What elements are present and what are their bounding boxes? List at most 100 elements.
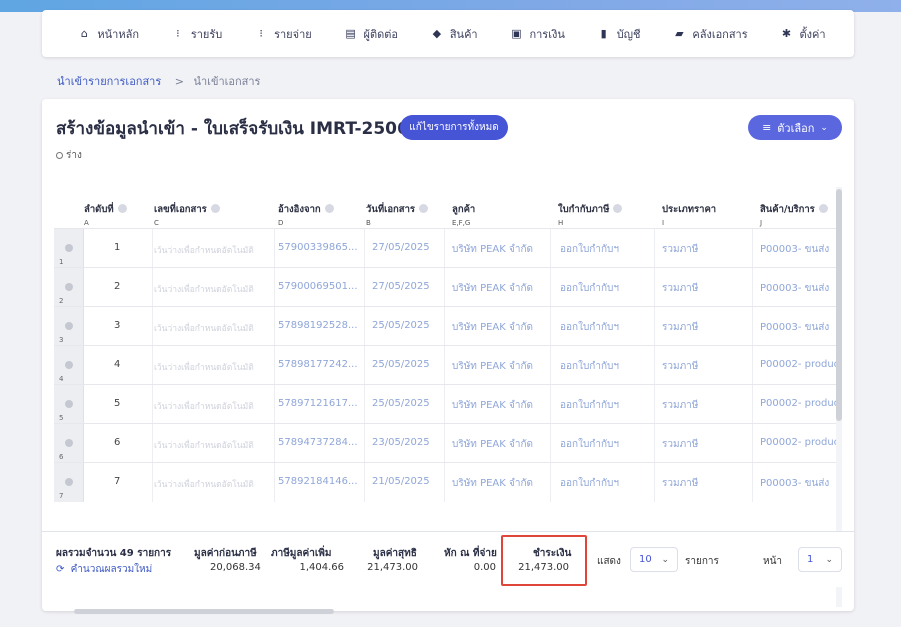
- cell-docno[interactable]: เว้นว่างเพื่อกำหนดอัตโนมัติ: [154, 282, 254, 296]
- row-handle[interactable]: 5: [54, 385, 84, 424]
- row-handle[interactable]: 2: [54, 268, 84, 307]
- row-handle[interactable]: 4: [54, 346, 84, 385]
- page-size-select[interactable]: 10 ⌄: [630, 547, 678, 572]
- cell-seq[interactable]: 1: [114, 242, 120, 253]
- cell-product[interactable]: P00003- ขนส่ง: [760, 476, 829, 491]
- row-select-icon[interactable]: [65, 361, 73, 369]
- horizontal-scrollbar[interactable]: [74, 609, 334, 614]
- row-select-icon[interactable]: [65, 439, 73, 447]
- cell-price[interactable]: รวมภาษี: [662, 320, 698, 335]
- cell-date[interactable]: 25/05/2025: [372, 398, 430, 409]
- cell-docno[interactable]: เว้นว่างเพื่อกำหนดอัตโนมัติ: [154, 399, 254, 413]
- cell-date[interactable]: 27/05/2025: [372, 242, 430, 253]
- cell-product[interactable]: P00003- ขนส่ง: [760, 320, 829, 335]
- cell-seq[interactable]: 4: [114, 359, 120, 370]
- recalculate-link[interactable]: ⟳ คำนวณผลรวมใหม่: [56, 562, 152, 577]
- cell-docno[interactable]: เว้นว่างเพื่อกำหนดอัตโนมัติ: [154, 243, 254, 257]
- cell-date[interactable]: 25/05/2025: [372, 359, 430, 370]
- column-header[interactable]: อ้างอิงจาก D: [278, 202, 334, 227]
- cell-customer[interactable]: บริษัท PEAK จำกัด: [452, 437, 533, 452]
- cell-seq[interactable]: 2: [114, 281, 120, 292]
- cell-customer[interactable]: บริษัท PEAK จำกัด: [452, 320, 533, 335]
- cell-product[interactable]: P00003- ขนส่ง: [760, 281, 829, 296]
- edit-all-button[interactable]: แก้ไขรายการทั้งหมด: [400, 115, 508, 140]
- cell-ref[interactable]: 57898192528...: [278, 320, 358, 331]
- info-icon[interactable]: [613, 204, 623, 213]
- nav-item-2[interactable]: ⁝ รายจ่าย: [239, 25, 328, 43]
- row-handle[interactable]: 3: [54, 307, 84, 346]
- column-header[interactable]: ใบกำกับภาษี H: [558, 202, 623, 227]
- cell-seq[interactable]: 7: [114, 476, 120, 487]
- cell-tax[interactable]: ออกใบกำกับฯ: [560, 359, 619, 374]
- row-select-icon[interactable]: [65, 322, 73, 330]
- cell-date[interactable]: 25/05/2025: [372, 320, 430, 331]
- table-row[interactable]: 5 5 เว้นว่างเพื่อกำหนดอัตโนมัติ 57897121617…: [54, 384, 841, 424]
- column-header[interactable]: วันที่เอกสาร B: [366, 202, 429, 227]
- table-row[interactable]: 6 6 เว้นว่างเพื่อกำหนดอัตโนมัติ 57894737284…: [54, 423, 841, 463]
- cell-price[interactable]: รวมภาษี: [662, 359, 698, 374]
- column-header[interactable]: ประเภทราคา I: [662, 202, 716, 227]
- cell-date[interactable]: 27/05/2025: [372, 281, 430, 292]
- column-header[interactable]: สินค้า/บริการ J: [760, 202, 828, 227]
- cell-ref[interactable]: 57898177242...: [278, 359, 358, 370]
- cell-customer[interactable]: บริษัท PEAK จำกัด: [452, 398, 533, 413]
- vertical-scrollbar-thumb[interactable]: [836, 189, 842, 421]
- nav-item-0[interactable]: ⌂ หน้าหลัก: [62, 25, 155, 43]
- options-button[interactable]: ≡ ตัวเลือก ⌄: [748, 115, 842, 140]
- info-icon[interactable]: [324, 204, 334, 213]
- cell-tax[interactable]: ออกใบกำกับฯ: [560, 398, 619, 413]
- cell-customer[interactable]: บริษัท PEAK จำกัด: [452, 281, 533, 296]
- cell-docno[interactable]: เว้นว่างเพื่อกำหนดอัตโนมัติ: [154, 321, 254, 335]
- row-select-icon[interactable]: [65, 244, 73, 252]
- nav-item-6[interactable]: ▮ บัญชี: [581, 25, 657, 43]
- cell-seq[interactable]: 5: [114, 398, 120, 409]
- cell-ref[interactable]: 57900339865...: [278, 242, 358, 253]
- table-row[interactable]: 7 7 เว้นว่างเพื่อกำหนดอัตโนมัติ 57892184146…: [54, 462, 841, 502]
- cell-tax[interactable]: ออกใบกำกับฯ: [560, 242, 619, 257]
- breadcrumb-link-import-list[interactable]: นำเข้ารายการเอกสาร: [57, 75, 161, 88]
- cell-tax[interactable]: ออกใบกำกับฯ: [560, 476, 619, 491]
- nav-item-4[interactable]: ◆ สินค้า: [414, 25, 494, 43]
- cell-seq[interactable]: 6: [114, 437, 120, 448]
- cell-product[interactable]: P00003- ขนส่ง: [760, 242, 829, 257]
- cell-tax[interactable]: ออกใบกำกับฯ: [560, 437, 619, 452]
- cell-seq[interactable]: 3: [114, 320, 120, 331]
- cell-docno[interactable]: เว้นว่างเพื่อกำหนดอัตโนมัติ: [154, 360, 254, 374]
- cell-price[interactable]: รวมภาษี: [662, 242, 698, 257]
- nav-item-7[interactable]: ▰ คลังเอกสาร: [657, 25, 764, 43]
- info-icon[interactable]: [117, 204, 127, 213]
- table-row[interactable]: 3 3 เว้นว่างเพื่อกำหนดอัตโนมัติ 57898192528…: [54, 306, 841, 346]
- cell-tax[interactable]: ออกใบกำกับฯ: [560, 281, 619, 296]
- cell-ref[interactable]: 57900069501...: [278, 281, 358, 292]
- cell-customer[interactable]: บริษัท PEAK จำกัด: [452, 476, 533, 491]
- column-header[interactable]: ลำดับที่ A: [84, 202, 127, 227]
- cell-date[interactable]: 21/05/2025: [372, 476, 430, 487]
- row-handle[interactable]: 6: [54, 424, 84, 463]
- cell-ref[interactable]: 57897121617...: [278, 398, 358, 409]
- row-select-icon[interactable]: [65, 478, 73, 486]
- column-header[interactable]: ลูกค้า E,F,G: [452, 202, 475, 227]
- nav-item-3[interactable]: ▤ ผู้ติดต่อ: [328, 25, 414, 43]
- cell-product[interactable]: P00002- product: [760, 437, 841, 448]
- cell-customer[interactable]: บริษัท PEAK จำกัด: [452, 242, 533, 257]
- nav-item-8[interactable]: ✱ ตั้งค่า: [764, 25, 842, 43]
- table-row[interactable]: 4 4 เว้นว่างเพื่อกำหนดอัตโนมัติ 57898177242…: [54, 345, 841, 385]
- row-handle[interactable]: 7: [54, 463, 84, 502]
- info-icon[interactable]: [818, 204, 828, 213]
- cell-product[interactable]: P00002- product: [760, 398, 841, 409]
- column-header[interactable]: เลขที่เอกสาร C: [154, 202, 220, 227]
- cell-ref[interactable]: 57894737284...: [278, 437, 358, 448]
- info-icon[interactable]: [210, 204, 220, 213]
- cell-date[interactable]: 23/05/2025: [372, 437, 430, 448]
- page-select[interactable]: 1 ⌄: [798, 547, 842, 572]
- row-select-icon[interactable]: [65, 400, 73, 408]
- cell-product[interactable]: P00002- product: [760, 359, 841, 370]
- cell-customer[interactable]: บริษัท PEAK จำกัด: [452, 359, 533, 374]
- row-select-icon[interactable]: [65, 283, 73, 291]
- cell-price[interactable]: รวมภาษี: [662, 398, 698, 413]
- cell-docno[interactable]: เว้นว่างเพื่อกำหนดอัตโนมัติ: [154, 438, 254, 452]
- cell-docno[interactable]: เว้นว่างเพื่อกำหนดอัตโนมัติ: [154, 477, 254, 491]
- table-row[interactable]: 2 2 เว้นว่างเพื่อกำหนดอัตโนมัติ 57900069501…: [54, 267, 841, 307]
- cell-ref[interactable]: 57892184146...: [278, 476, 358, 487]
- cell-price[interactable]: รวมภาษี: [662, 281, 698, 296]
